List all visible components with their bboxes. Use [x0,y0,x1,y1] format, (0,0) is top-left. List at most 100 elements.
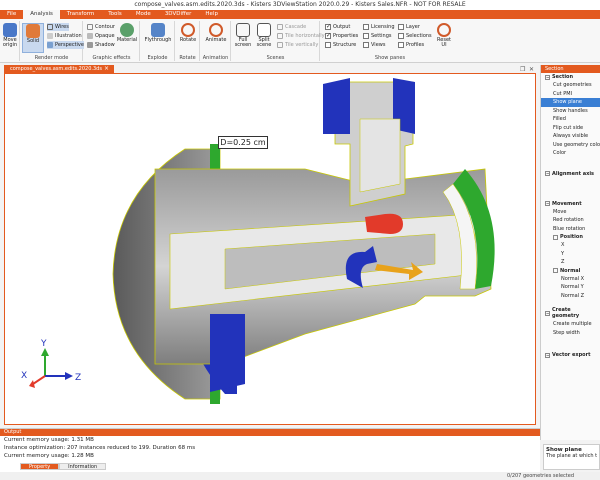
3d-viewport[interactable]: Y Z X [4,73,536,425]
full-screen-icon [236,23,250,37]
rotate-button[interactable]: Rotate [177,23,199,53]
animate-button[interactable]: Animate [205,23,227,53]
prop-color[interactable]: Color [541,149,600,158]
shadow-button[interactable]: Shadow [87,41,115,49]
prop-position-x[interactable]: X [541,241,600,250]
illustration-icon [47,33,53,39]
menu-transform[interactable]: Transform [60,10,101,19]
show-panes-label: Show panes [374,55,406,61]
contour-button[interactable]: Contour [87,23,115,31]
prop-create-multiple[interactable]: Create multiple [541,320,600,329]
menu-help[interactable]: Help [198,10,225,19]
full-screen-button[interactable]: Full screen [232,23,254,53]
menu-tools[interactable]: Tools [101,10,129,19]
reset-ui-button[interactable]: Reset UI [433,23,455,53]
prop-normal-y[interactable]: Normal Y [541,283,600,292]
wires-button[interactable]: Wires [47,23,69,31]
flythrough-icon [151,23,165,37]
explode-label: Explode [147,55,168,61]
create-geometry-header[interactable]: − Create geometry [541,306,600,320]
prop-show-plane[interactable]: Show plane [541,98,600,107]
tab-property[interactable]: Property [20,463,60,470]
prop-position-y[interactable]: Y [541,250,600,259]
properties-checkbox[interactable]: Properties [325,32,358,40]
illustration-button[interactable]: Illustration [47,32,82,40]
solid-button[interactable]: Solid [22,23,44,53]
layer-checkbox[interactable]: Layer [398,23,420,31]
ribbon-group-animation: Animate Animation [201,21,231,61]
settings-check-icon [363,33,369,39]
bottom-tabs: Property Information [20,463,107,470]
menu-analysis[interactable]: Analysis [23,10,60,19]
ribbon: Move origin Solid Wires Illustration Per… [0,19,600,63]
licensing-checkbox[interactable]: Licensing [363,23,395,31]
prop-cut-pmi[interactable]: Cut PMI [541,90,600,99]
status-bar: 0/207 geometries selected [0,472,600,480]
movement-header[interactable]: − Movement [541,200,600,208]
prop-filled[interactable]: Filled [541,115,600,124]
section-group-header[interactable]: − Section [541,73,600,81]
prop-red-rotation[interactable]: Red rotation [541,216,600,225]
document-tab-close-icon[interactable]: × [104,65,109,73]
collapse-icon: − [545,201,550,206]
viewport-restore-icon[interactable]: ❐ [520,66,525,73]
flythrough-button[interactable]: Flythrough [144,23,172,53]
ribbon-group-render-mode: Solid Wires Illustration Perspective Ren… [21,21,84,61]
prop-use-geometry-color[interactable]: Use geometry color [541,141,600,150]
output-line: Current memory usage: 1.31 MB [4,437,94,443]
menu-mode[interactable]: Mode [129,10,158,19]
opaque-button[interactable]: Opaque [87,32,115,40]
split-scene-button[interactable]: Split scene [253,23,275,53]
prop-always-visible[interactable]: Always visible [541,132,600,141]
tab-information[interactable]: Information [59,463,107,470]
profiles-checkbox[interactable]: Profiles [398,41,424,49]
play-icon [209,23,223,37]
ribbon-group-origin: Move origin [0,21,20,61]
structure-checkbox[interactable]: Structure [325,41,356,49]
collapse-icon: − [545,171,550,176]
selections-checkbox[interactable]: Selections [398,32,432,40]
prop-blue-rotation[interactable]: Blue rotation [541,225,600,234]
move-origin-button[interactable]: Move origin [0,23,21,53]
tile-vertically-button[interactable]: Tile vertically [277,41,318,49]
axis-y-label: Y [40,339,47,349]
prop-cut-geometries[interactable]: Cut geometries [541,81,600,90]
tile-horizontally-button[interactable]: Tile horizontally [277,32,325,40]
section-panel-header: Section [541,65,600,73]
output-header: Output [0,429,540,436]
cascade-button[interactable]: Cascade [277,23,306,31]
menu-3dvdiffer[interactable]: 3DVDiffer [158,10,199,19]
prop-position-z[interactable]: Z [541,258,600,267]
contour-icon [87,24,93,30]
move-origin-icon [3,23,17,37]
material-button[interactable]: Material [116,23,138,53]
measurement-label[interactable]: D=0.25 cm [218,136,268,149]
rotate-label: Rotate [179,55,196,61]
prop-step-width[interactable]: Step width [541,329,600,338]
viewport-close-icon[interactable]: ✕ [529,66,534,73]
collapse-icon [553,268,558,273]
perspective-button[interactable]: Perspective [47,41,84,49]
vector-export-header[interactable]: − Vector export [541,351,600,359]
position-header[interactable]: Position [541,233,600,241]
profiles-check-icon [398,42,404,48]
menu-file[interactable]: File [0,10,23,19]
prop-flip-cut-side[interactable]: Flip cut side [541,124,600,133]
ribbon-group-show-panes: Output Properties Structure Licensing Se… [321,21,459,61]
alignment-axis-header[interactable]: − Alignment axis [541,170,600,178]
properties-check-icon [325,32,331,39]
document-tab[interactable]: compose_valves.asm.edits.2020.3ds [4,65,114,73]
prop-normal-z[interactable]: Normal Z [541,292,600,301]
licensing-check-icon [363,24,369,30]
output-checkbox[interactable]: Output [325,23,350,31]
material-icon [120,23,134,37]
prop-move[interactable]: Move [541,208,600,217]
normal-header[interactable]: Normal [541,267,600,275]
views-checkbox[interactable]: Views [363,41,385,49]
prop-show-handles[interactable]: Show handles [541,107,600,116]
prop-normal-x[interactable]: Normal X [541,275,600,284]
collapse-icon: − [545,74,550,80]
settings-checkbox[interactable]: Settings [363,32,392,40]
animation-label: Animation [202,55,229,61]
rotate-icon [181,23,195,37]
